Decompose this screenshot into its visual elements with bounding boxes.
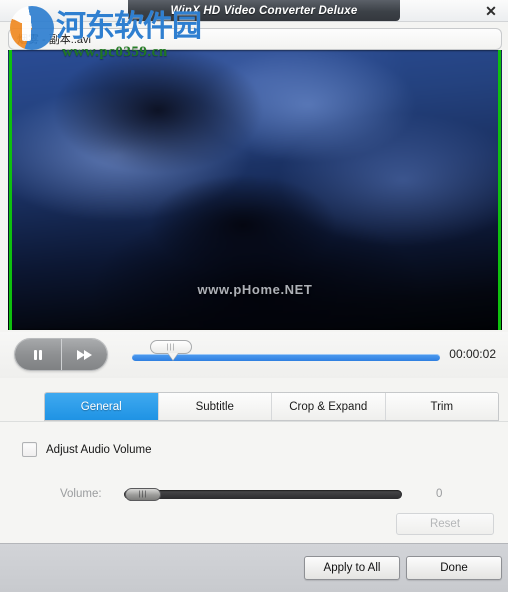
volume-value: 0 bbox=[436, 488, 443, 500]
adjust-audio-volume-label: Adjust Audio Volume bbox=[46, 443, 152, 456]
adjust-audio-volume-checkbox[interactable] bbox=[22, 442, 37, 457]
video-watermark-text: www.pHome.NET bbox=[197, 282, 313, 297]
seek-track[interactable] bbox=[132, 354, 440, 361]
filename-text: 烟雾 - 副本..avi bbox=[17, 34, 91, 46]
tab-general[interactable]: General bbox=[45, 393, 159, 420]
footer-bar: Apply to All Done bbox=[0, 543, 508, 592]
done-button[interactable]: Done bbox=[406, 556, 502, 580]
volume-label: Volume: bbox=[60, 488, 102, 500]
seek-handle-grip: ||| bbox=[166, 343, 176, 351]
pause-icon bbox=[30, 347, 46, 363]
volume-slider-handle[interactable]: ||| bbox=[125, 487, 161, 501]
window-title: WinX HD Video Converter Deluxe bbox=[170, 4, 358, 17]
pause-button[interactable] bbox=[15, 339, 62, 370]
volume-row: Volume: ||| 0 bbox=[60, 484, 480, 504]
video-preview[interactable]: www.pHome.NET bbox=[8, 50, 502, 330]
tab-trim[interactable]: Trim bbox=[385, 393, 498, 420]
fast-forward-icon bbox=[74, 347, 94, 363]
volume-handle-grip: ||| bbox=[138, 490, 148, 498]
reset-button-label: Reset bbox=[429, 518, 461, 530]
tab-subtitle-label: Subtitle bbox=[195, 400, 234, 413]
title-pill: WinX HD Video Converter Deluxe bbox=[128, 0, 400, 21]
seek-control[interactable]: ||| bbox=[132, 332, 440, 378]
apply-to-all-label: Apply to All bbox=[323, 562, 381, 574]
general-settings-panel: Adjust Audio Volume Volume: ||| 0 Reset bbox=[0, 421, 508, 543]
filename-field[interactable]: 烟雾 - 副本..avi bbox=[8, 28, 502, 50]
title-bar: WinX HD Video Converter Deluxe ✕ bbox=[0, 0, 508, 22]
done-button-label: Done bbox=[440, 562, 468, 574]
tab-subtitle[interactable]: Subtitle bbox=[158, 393, 272, 420]
tab-general-label: General bbox=[80, 400, 122, 413]
apply-to-all-button[interactable]: Apply to All bbox=[304, 556, 400, 580]
playback-button-group bbox=[14, 338, 108, 371]
adjust-audio-volume-row[interactable]: Adjust Audio Volume bbox=[22, 442, 152, 457]
tab-trim-label: Trim bbox=[430, 400, 454, 413]
app-window: WinX HD Video Converter Deluxe ✕ 烟雾 - 副本… bbox=[0, 0, 508, 592]
tab-crop-expand[interactable]: Crop & Expand bbox=[272, 393, 386, 420]
seek-handle[interactable]: ||| bbox=[150, 340, 192, 354]
volume-slider[interactable]: ||| bbox=[124, 487, 402, 501]
time-display: 00:00:02 bbox=[449, 347, 496, 361]
fast-forward-button[interactable] bbox=[61, 339, 107, 370]
tab-strip: General Subtitle Crop & Expand Trim bbox=[44, 392, 499, 421]
close-glyph: ✕ bbox=[485, 3, 497, 19]
tab-crop-expand-label: Crop & Expand bbox=[289, 400, 368, 413]
reset-button[interactable]: Reset bbox=[396, 513, 494, 535]
close-icon[interactable]: ✕ bbox=[482, 2, 500, 20]
transport-bar: ||| 00:00:02 bbox=[0, 332, 508, 378]
